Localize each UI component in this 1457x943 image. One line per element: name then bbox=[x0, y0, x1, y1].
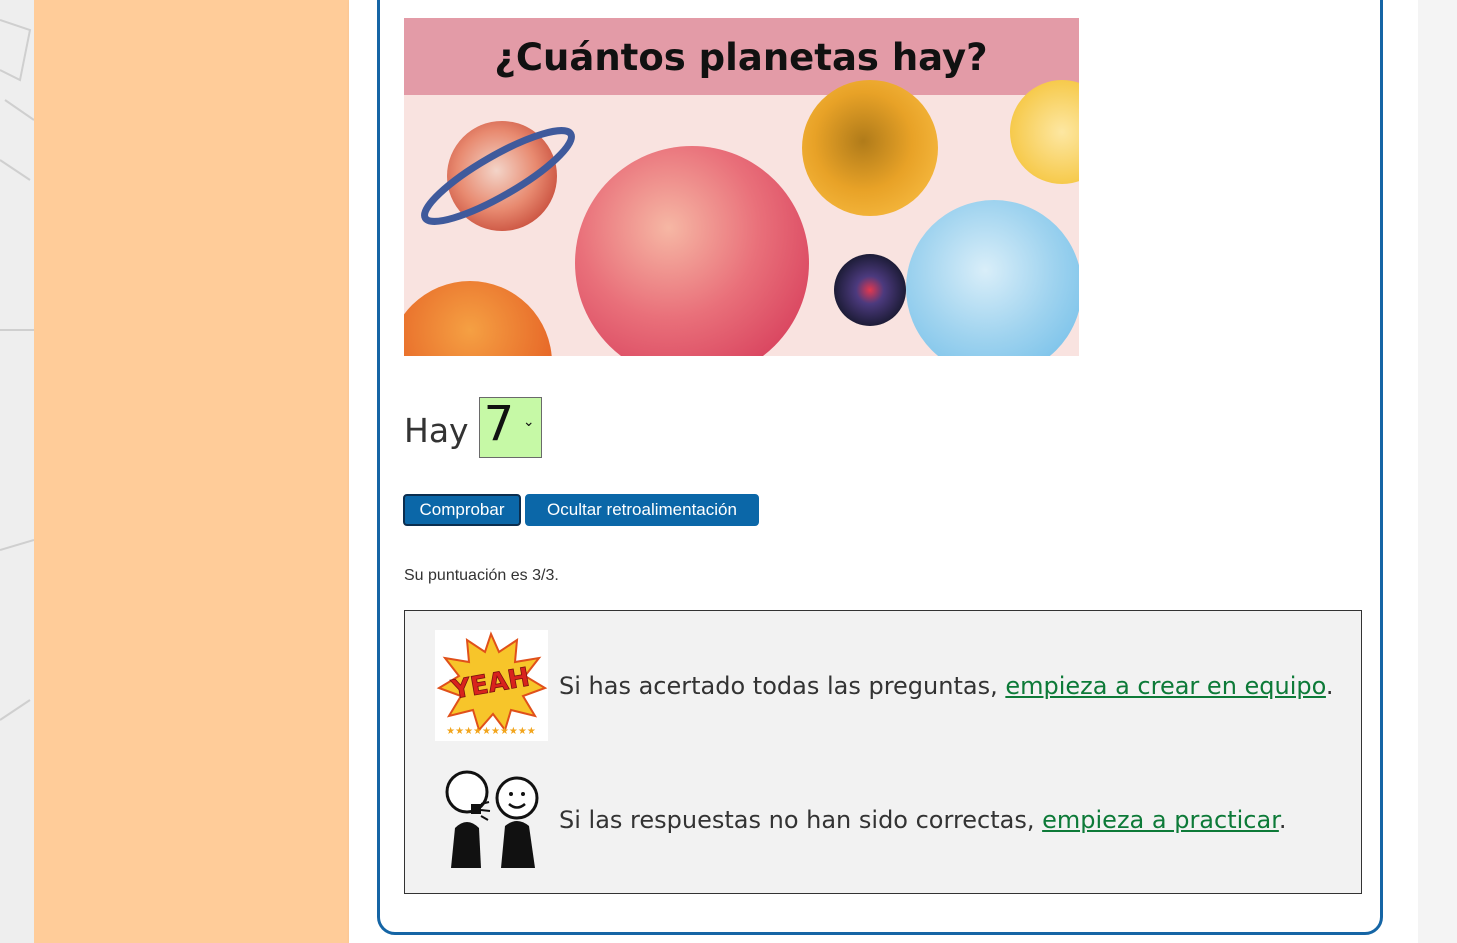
two-people-talking-icon bbox=[445, 770, 539, 868]
banner-title: ¿Cuántos planetas hay? bbox=[494, 36, 987, 79]
start-team-creation-link[interactable]: empieza a crear en equipo bbox=[1005, 672, 1326, 700]
feedback-practice-text: Si las respuestas no han sido correctas,… bbox=[559, 806, 1287, 834]
question-row: Hay 7 ⌄ bbox=[404, 396, 542, 458]
score-text: Su puntuación es 3/3. bbox=[404, 567, 559, 584]
feedback-success-suffix: . bbox=[1325, 671, 1334, 700]
feedback-box: YEAH ★★★★★★★★★★ Si has acertado todas la… bbox=[404, 610, 1362, 894]
svg-text:★★★★★★★★★★: ★★★★★★★★★★ bbox=[446, 726, 536, 737]
selected-value: 7 bbox=[483, 395, 515, 452]
planet-count-select[interactable]: 7 ⌄ bbox=[478, 395, 542, 458]
yeah-burst-icon: YEAH ★★★★★★★★★★ bbox=[435, 630, 548, 741]
feedback-success-prefix: Si has acertado todas las preguntas, bbox=[559, 671, 1006, 700]
question-prefix: Hay bbox=[404, 410, 469, 450]
background-sketch-decoration bbox=[0, 19, 34, 721]
check-button[interactable]: Comprobar bbox=[403, 494, 521, 526]
background-right bbox=[1418, 0, 1457, 943]
feedback-row-success: YEAH ★★★★★★★★★★ Si has acertado todas la… bbox=[435, 630, 1334, 741]
feedback-practice-suffix: . bbox=[1278, 805, 1287, 834]
feedback-success-text: Si has acertado todas las preguntas, emp… bbox=[559, 672, 1334, 700]
start-practice-link[interactable]: empieza a practicar bbox=[1042, 806, 1279, 834]
hide-feedback-button[interactable]: Ocultar retroalimentación bbox=[525, 494, 759, 526]
feedback-practice-prefix: Si las respuestas no han sido correctas, bbox=[559, 805, 1043, 834]
left-sidebar bbox=[34, 0, 349, 943]
chevron-down-icon: ⌄ bbox=[522, 413, 535, 430]
feedback-row-practice: Si las respuestas no han sido correctas,… bbox=[435, 764, 1287, 875]
planets-banner-image: ¿Cuántos planetas hay? bbox=[404, 18, 1079, 356]
